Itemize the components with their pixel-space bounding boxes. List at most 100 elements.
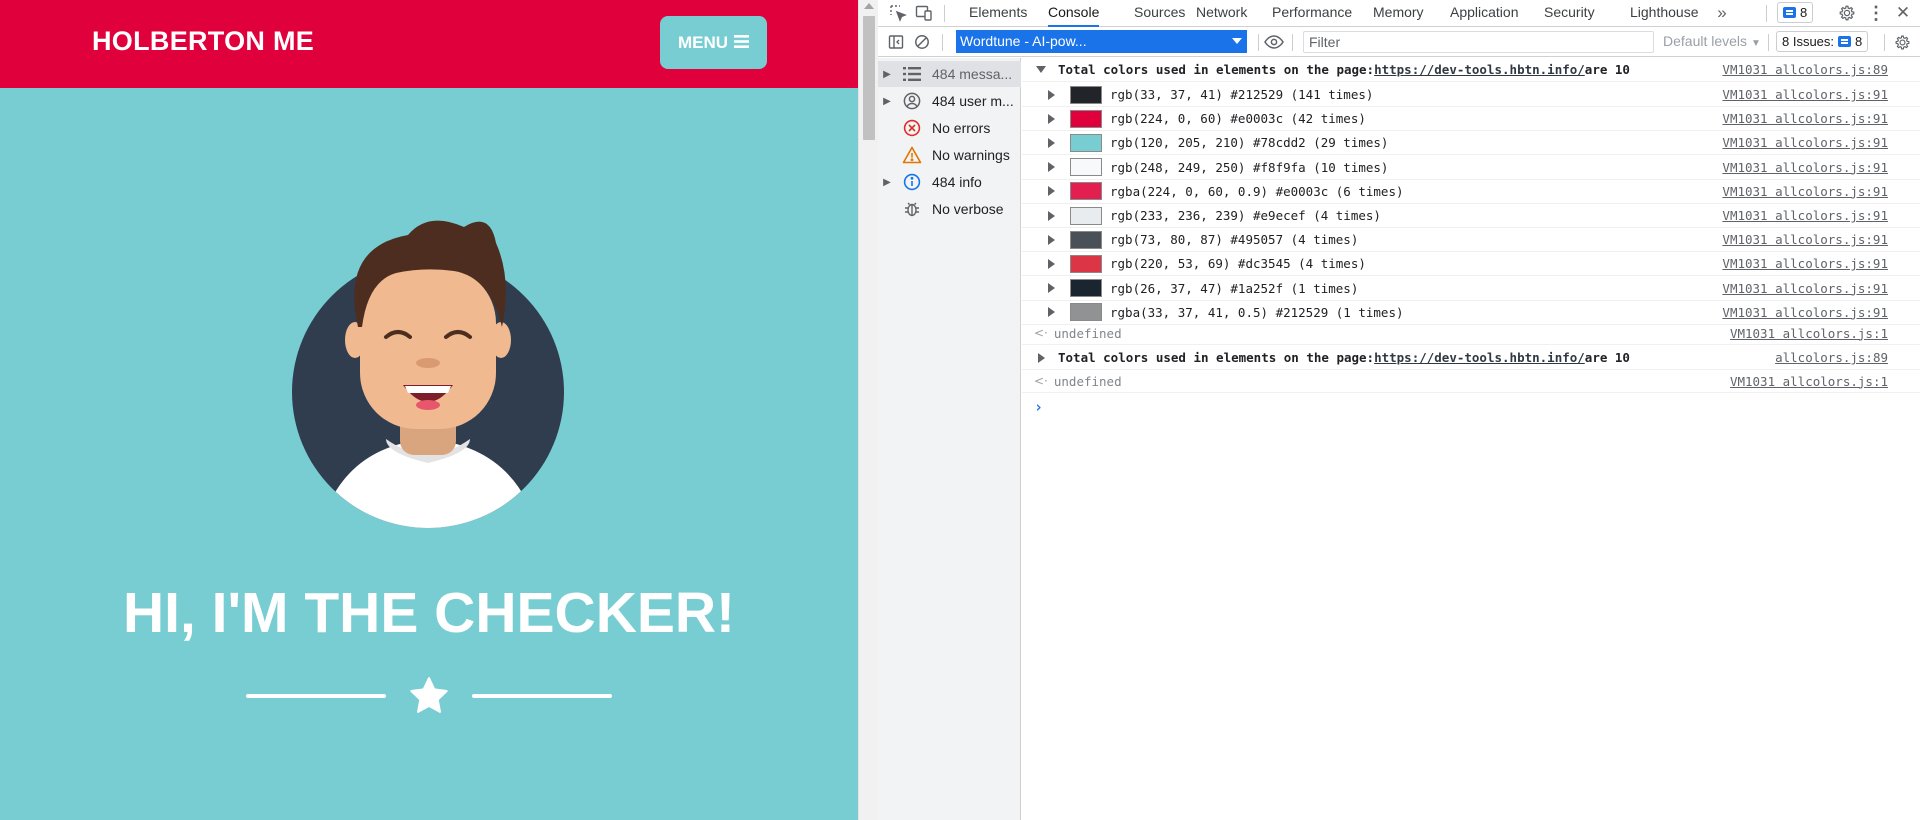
console-color-entry[interactable]: rgb(233, 236, 239) #e9ecef (4 times) VM10…	[1022, 204, 1920, 228]
scrollbar-thumb[interactable]	[863, 16, 875, 140]
source-link[interactable]: VM1031 allcolors.js:91	[1722, 305, 1888, 320]
page-scrollbar[interactable]	[858, 0, 878, 820]
tab-memory[interactable]: Memory	[1373, 0, 1424, 27]
console-color-entry[interactable]: rgb(220, 53, 69) #dc3545 (4 times) VM1031…	[1022, 252, 1920, 277]
source-link[interactable]: VM1031 allcolors.js:91	[1722, 111, 1888, 126]
dropdown-caret-icon	[1232, 38, 1242, 44]
collapse-triangle-icon[interactable]	[1034, 66, 1048, 73]
source-link[interactable]: VM1031 allcolors.js:91	[1722, 135, 1888, 150]
toolbar-separator	[944, 5, 945, 22]
error-icon	[900, 118, 924, 138]
console-color-entry[interactable]: rgba(224, 0, 60, 0.9) #e0003c (6 times) V…	[1022, 180, 1920, 204]
color-entry-text: rgb(26, 37, 47) #1a252f (1 times)	[1110, 280, 1359, 296]
source-link[interactable]: VM1031 allcolors.js:1	[1730, 326, 1888, 341]
color-entry-text: rgb(33, 37, 41) #212529 (141 times)	[1110, 87, 1374, 102]
brand-logo-text[interactable]: HOLBERTON ME	[92, 26, 314, 57]
color-swatch	[1070, 182, 1102, 201]
console-color-entry[interactable]: rgb(26, 37, 47) #1a252f (1 times) VM1031 …	[1022, 277, 1920, 301]
color-swatch	[1070, 109, 1102, 128]
sidebar-item-warnings[interactable]: No warnings	[878, 142, 1021, 168]
source-link[interactable]: VM1031 allcolors.js:91	[1722, 256, 1888, 271]
issues-link-button[interactable]: 8 Issues: 8	[1776, 31, 1869, 52]
tab-application[interactable]: Application	[1450, 0, 1519, 27]
clear-console-icon[interactable]	[912, 32, 932, 52]
sidebar-item-messages[interactable]: ▶ 484 messa...	[878, 61, 1021, 87]
console-filter-input[interactable]	[1303, 31, 1654, 53]
console-settings-gear-icon[interactable]	[1892, 32, 1912, 52]
expand-triangle-icon[interactable]	[1044, 210, 1058, 221]
tab-console[interactable]: Console	[1048, 0, 1100, 27]
live-expression-eye-icon[interactable]	[1264, 32, 1284, 52]
inspect-element-icon[interactable]	[888, 3, 908, 23]
color-entry-text: rgb(224, 0, 60) #e0003c (42 times)	[1110, 111, 1366, 127]
tab-security[interactable]: Security	[1544, 0, 1595, 27]
tab-network[interactable]: Network	[1196, 0, 1247, 27]
source-link[interactable]: VM1031 allcolors.js:91	[1722, 87, 1888, 102]
issues-counter-button[interactable]: 8	[1777, 2, 1814, 23]
more-options-kebab-icon[interactable]: ⋮	[1866, 3, 1886, 23]
console-color-entry[interactable]: rgb(120, 205, 210) #78cdd2 (29 times) VM1…	[1022, 131, 1920, 156]
expand-triangle-icon[interactable]	[1034, 352, 1048, 363]
device-toolbar-icon[interactable]	[914, 3, 934, 23]
source-link[interactable]: VM1031 allcolors.js:89	[1722, 62, 1888, 77]
console-color-entry[interactable]: rgb(33, 37, 41) #212529 (141 times) VM103…	[1022, 83, 1920, 107]
divider-line-right	[472, 694, 612, 698]
expand-triangle-icon[interactable]	[1044, 307, 1058, 318]
menu-button[interactable]: MENU	[660, 16, 767, 69]
tab-sources[interactable]: Sources	[1134, 0, 1185, 27]
sidebar-item-info[interactable]: ▶ 484 info	[878, 169, 1021, 195]
list-icon	[900, 64, 924, 84]
color-swatch	[1070, 158, 1102, 177]
close-icon[interactable]: ✕	[1893, 3, 1913, 23]
expand-triangle-icon[interactable]	[1044, 137, 1058, 148]
menu-button-label: MENU	[677, 32, 729, 52]
color-entry-text: rgb(120, 205, 210) #78cdd2 (29 times)	[1110, 135, 1389, 151]
expand-arrow-icon[interactable]: ▶	[878, 96, 896, 107]
expand-arrow-icon[interactable]: ▶	[878, 177, 896, 188]
console-prompt[interactable]: ›	[1022, 395, 1920, 419]
expand-triangle-icon[interactable]	[1044, 283, 1058, 294]
expand-triangle-icon[interactable]	[1044, 113, 1058, 124]
sidebar-item-user-messages[interactable]: ▶ 484 user m...	[878, 88, 1021, 114]
console-group-header[interactable]: Total colors used in elements on the pag…	[1022, 58, 1920, 82]
expand-triangle-icon[interactable]	[1044, 186, 1058, 197]
color-swatch	[1070, 206, 1102, 225]
scroll-up-arrow-icon[interactable]	[864, 3, 874, 9]
info-icon	[900, 172, 924, 192]
sidebar-toggle-icon[interactable]	[886, 32, 906, 52]
tab-lighthouse[interactable]: Lighthouse	[1630, 0, 1699, 27]
page-url-link[interactable]: https://dev-tools.hbtn.info/	[1374, 350, 1585, 365]
expand-triangle-icon[interactable]	[1044, 162, 1058, 173]
color-entry-text: rgb(73, 80, 87) #495057 (4 times)	[1110, 232, 1359, 248]
source-link[interactable]: VM1031 allcolors.js:91	[1722, 160, 1888, 175]
tab-performance[interactable]: Performance	[1272, 0, 1352, 27]
expand-triangle-icon[interactable]	[1044, 258, 1058, 269]
context-selector-dropdown[interactable]: Wordtune - AI-pow...	[956, 30, 1247, 53]
source-link[interactable]: VM1031 allcolors.js:1	[1730, 374, 1888, 389]
more-tabs-chevron-icon[interactable]: »	[1712, 3, 1732, 23]
source-link[interactable]: VM1031 allcolors.js:91	[1722, 184, 1888, 199]
source-link[interactable]: VM1031 allcolors.js:91	[1722, 208, 1888, 223]
return-value-text: undefined	[1053, 373, 1122, 389]
divider-line-left	[246, 694, 386, 698]
expand-triangle-icon[interactable]	[1044, 234, 1058, 245]
log-levels-dropdown[interactable]: Default levels ▼	[1663, 33, 1761, 49]
source-link[interactable]: VM1031 allcolors.js:91	[1722, 281, 1888, 296]
toolbar-separator	[1884, 34, 1885, 51]
console-toolbar: Wordtune - AI-pow... Default levels ▼ 8 …	[878, 28, 1920, 57]
sidebar-item-label: 484 user m...	[932, 93, 1014, 109]
source-link[interactable]: allcolors.js:89	[1775, 350, 1888, 365]
console-color-entry[interactable]: rgb(248, 249, 250) #f8f9fa (10 times) VM1…	[1022, 156, 1920, 180]
settings-gear-icon[interactable]	[1837, 3, 1857, 23]
tab-elements[interactable]: Elements	[969, 0, 1027, 27]
console-color-entry[interactable]: rgb(224, 0, 60) #e0003c (42 times) VM1031…	[1022, 107, 1920, 132]
page-url-link[interactable]: https://dev-tools.hbtn.info/	[1374, 62, 1585, 77]
console-group-header-collapsed[interactable]: Total colors used in elements on the pag…	[1022, 346, 1920, 370]
console-color-entry[interactable]: rgb(73, 80, 87) #495057 (4 times) VM1031 …	[1022, 228, 1920, 253]
sidebar-item-errors[interactable]: No errors	[878, 115, 1021, 141]
expand-triangle-icon[interactable]	[1044, 89, 1058, 100]
prompt-chevron-icon: ›	[1034, 398, 1044, 416]
source-link[interactable]: VM1031 allcolors.js:91	[1722, 232, 1888, 247]
expand-arrow-icon[interactable]: ▶	[878, 69, 896, 80]
sidebar-item-verbose[interactable]: No verbose	[878, 196, 1021, 222]
